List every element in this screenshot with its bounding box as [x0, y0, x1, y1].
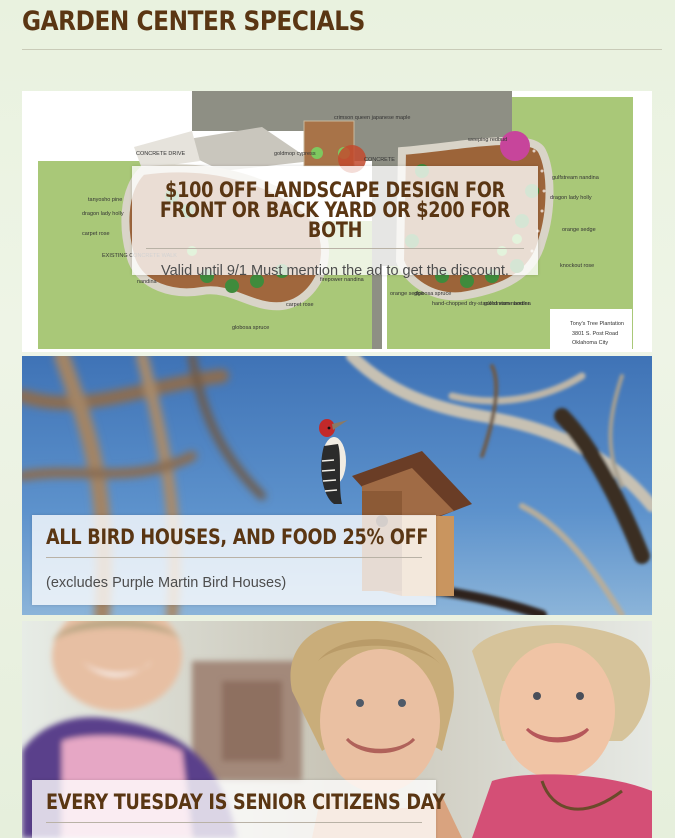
plan-label-globosa-2: globosa spruce: [414, 291, 451, 297]
plan-label-carpet-rose-2: carpet rose: [286, 302, 314, 308]
special-card-landscape[interactable]: CONCRETE DRIVE crimson queen japanese ma…: [22, 91, 652, 352]
plan-credit-city: Oklahoma City: [572, 340, 608, 346]
plan-label-orange-sedge: orange sedge: [562, 227, 596, 233]
special-detail: Valid until 9/1 Must mention the ad to g…: [161, 263, 509, 279]
plan-label-knockout: knockout rose: [560, 263, 594, 269]
title-divider: [22, 49, 662, 50]
plan-label-concrete-drive: CONCRETE DRIVE: [136, 151, 186, 157]
special-caption: EVERY TUESDAY IS SENIOR CITIZENS DAY: [32, 780, 445, 838]
plan-label-goldmop: goldmop cypress: [274, 151, 316, 157]
special-caption: ALL BIRD HOUSES, AND FOOD 25% OFF (exclu…: [32, 515, 436, 605]
plan-credit-name: Tony's Tree Plantation: [570, 321, 624, 327]
plan-label-dragon-lady: dragon lady holly: [82, 211, 124, 217]
special-caption: $100 OFF LANDSCAPE DESIGN FOR FRONT OR B…: [132, 166, 538, 279]
plan-label-maple: crimson queen japanese maple: [334, 115, 410, 121]
plan-label-dragon-lady-2: dragon lady holly: [550, 195, 592, 201]
special-title: ALL BIRD HOUSES, AND FOOD 25% OFF: [46, 525, 429, 549]
caption-divider: [46, 557, 422, 558]
special-detail: (excludes Purple Martin Bird Houses): [46, 575, 287, 591]
plan-label-carpet-rose: carpet rose: [82, 231, 110, 237]
special-title: EVERY TUESDAY IS SENIOR CITIZENS DAY: [46, 790, 445, 814]
plan-credit-address: 3801 S. Post Road: [572, 331, 618, 337]
plan-label-tanyosho: tanyosho pine: [88, 197, 122, 203]
plan-label-weeping: weeping redbud: [467, 137, 507, 143]
plan-label-gulfstream-2: gulfstream nandina: [484, 301, 532, 307]
page-title: GARDEN CENTER SPECIALS: [22, 6, 365, 37]
special-card-bird-houses[interactable]: ALL BIRD HOUSES, AND FOOD 25% OFF (exclu…: [22, 356, 652, 615]
special-card-seniors[interactable]: EVERY TUESDAY IS SENIOR CITIZENS DAY: [22, 621, 652, 838]
caption-divider: [146, 248, 524, 249]
caption-divider: [46, 822, 422, 823]
special-title: $100 OFF LANDSCAPE DESIGN FOR FRONT OR B…: [159, 178, 511, 242]
plan-label-nandina: nandina: [137, 279, 158, 285]
plan-label-porch: CONCRETE: [364, 157, 395, 163]
plan-label-gulfstream: gulfstream nandina: [552, 175, 600, 181]
plan-label-globosa: globosa spruce: [232, 325, 269, 331]
